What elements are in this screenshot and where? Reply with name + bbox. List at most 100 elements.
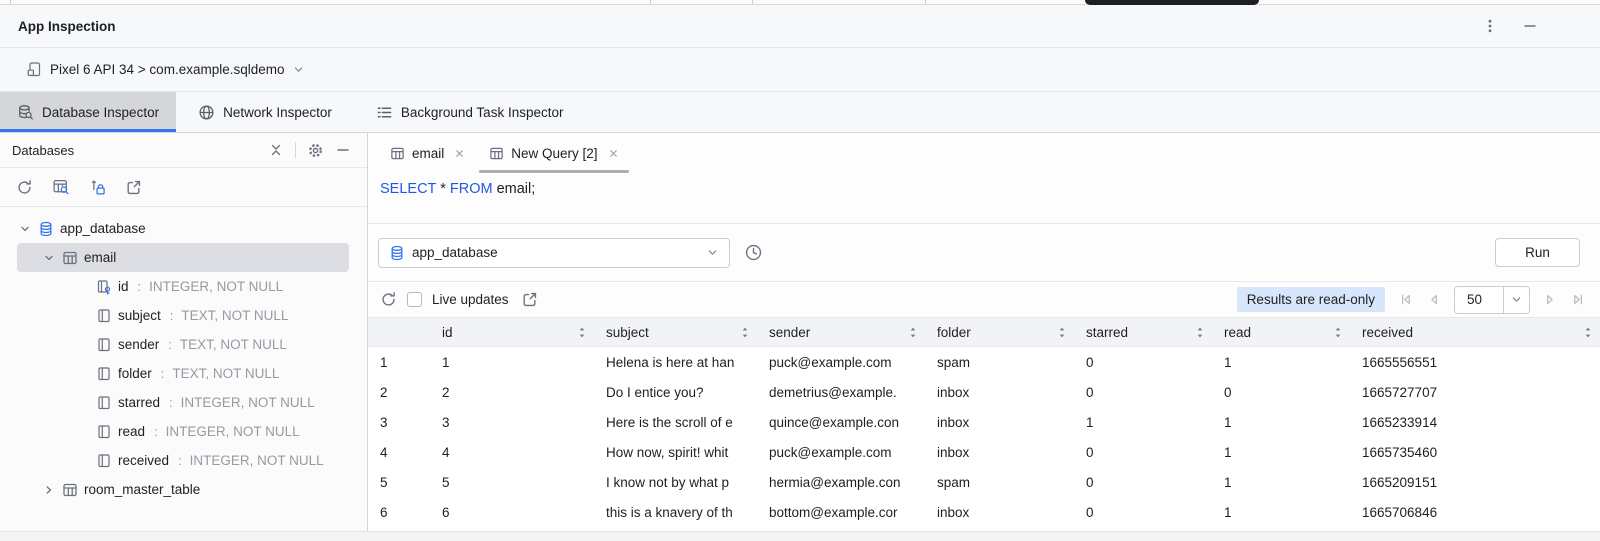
run-button[interactable]: Run: [1495, 238, 1580, 267]
cell-starred[interactable]: 0: [1074, 467, 1212, 497]
cell-subject[interactable]: How now, spirit! whit: [594, 437, 757, 467]
device-process-selector[interactable]: Pixel 6 API 34 > com.example.sqldemo: [0, 48, 1600, 92]
tree-column-starred[interactable]: starred:INTEGER, NOT NULL: [0, 388, 367, 417]
cell-subject[interactable]: this is a knavery of th: [594, 497, 757, 527]
kebab-menu-icon[interactable]: [1482, 18, 1498, 34]
database-dropdown[interactable]: app_database: [378, 238, 730, 268]
hide-panel-icon[interactable]: [335, 142, 351, 158]
cell-folder[interactable]: inbox: [925, 407, 1074, 437]
cell-starred[interactable]: 0: [1074, 377, 1212, 407]
cell-sender[interactable]: quince@example.con: [757, 407, 925, 437]
tab-background-task-inspector[interactable]: Background Task Inspector: [354, 92, 586, 132]
collapse-all-icon[interactable]: [268, 142, 284, 158]
cell-received[interactable]: 1665727707: [1350, 377, 1600, 407]
tab-new-query-2[interactable]: New Query [2]: [477, 133, 630, 173]
tree-column-folder[interactable]: folder:TEXT, NOT NULL: [0, 359, 367, 388]
sort-icon[interactable]: [909, 326, 917, 339]
cell-id[interactable]: 4: [430, 437, 594, 467]
cell-id[interactable]: 6: [430, 497, 594, 527]
export-icon[interactable]: [125, 179, 142, 196]
header-read[interactable]: read: [1212, 318, 1350, 346]
header-subject[interactable]: subject: [594, 318, 757, 346]
cell-starred[interactable]: 0: [1074, 497, 1212, 527]
cell-read[interactable]: 1: [1212, 347, 1350, 377]
gear-icon[interactable]: [307, 142, 324, 159]
sort-icon[interactable]: [1334, 326, 1342, 339]
cell-received[interactable]: 1665556551: [1350, 347, 1600, 377]
live-updates-checkbox[interactable]: [407, 292, 422, 307]
refresh-results-icon[interactable]: [380, 291, 397, 308]
last-page-icon[interactable]: [1571, 292, 1586, 307]
cell-id[interactable]: 3: [430, 407, 594, 437]
tree-item-room-master-table[interactable]: room_master_table: [0, 475, 367, 504]
cell-folder[interactable]: spam: [925, 467, 1074, 497]
cell-read[interactable]: 1: [1212, 467, 1350, 497]
tree-column-read[interactable]: read:INTEGER, NOT NULL: [0, 417, 367, 446]
table-row[interactable]: 1 1 Helena is here at han puck@example.c…: [368, 347, 1600, 377]
cell-sender[interactable]: demetrius@example.: [757, 377, 925, 407]
cell-starred[interactable]: 0: [1074, 437, 1212, 467]
bottom-scrollbar-track[interactable]: [0, 531, 1600, 541]
tree-item-app-database[interactable]: app_database: [0, 214, 367, 243]
table-row[interactable]: 3 3 Here is the scroll of e quince@examp…: [368, 407, 1600, 437]
cell-subject[interactable]: Helena is here at han: [594, 347, 757, 377]
cell-subject[interactable]: I know not by what p: [594, 467, 757, 497]
cell-read[interactable]: 1: [1212, 437, 1350, 467]
close-icon[interactable]: [608, 148, 619, 159]
first-page-icon[interactable]: [1398, 292, 1413, 307]
cell-subject[interactable]: Here is the scroll of e: [594, 407, 757, 437]
cell-received[interactable]: 1665209151: [1350, 467, 1600, 497]
cell-folder[interactable]: inbox: [925, 497, 1074, 527]
cell-id[interactable]: 2: [430, 377, 594, 407]
tab-email[interactable]: email: [378, 133, 477, 173]
cell-read[interactable]: 1: [1212, 407, 1350, 437]
table-row[interactable]: 4 4 How now, spirit! whit puck@example.c…: [368, 437, 1600, 467]
cell-read[interactable]: 1: [1212, 497, 1350, 527]
cell-folder[interactable]: inbox: [925, 437, 1074, 467]
cell-read[interactable]: 0: [1212, 377, 1350, 407]
cell-folder[interactable]: inbox: [925, 377, 1074, 407]
cell-received[interactable]: 1665735460: [1350, 437, 1600, 467]
cell-id[interactable]: 5: [430, 467, 594, 497]
cell-subject[interactable]: Do I entice you?: [594, 377, 757, 407]
tree-item-email-table[interactable]: email: [17, 243, 349, 272]
table-row[interactable]: 2 2 Do I entice you? demetrius@example. …: [368, 377, 1600, 407]
cell-sender[interactable]: puck@example.com: [757, 437, 925, 467]
sql-editor[interactable]: SELECT * FROM email;: [368, 173, 1600, 224]
cell-sender[interactable]: bottom@example.cor: [757, 497, 925, 527]
chevron-down-icon[interactable]: [42, 252, 56, 264]
tree-column-id[interactable]: id:INTEGER, NOT NULL: [0, 272, 367, 301]
cell-received[interactable]: 1665706846: [1350, 497, 1600, 527]
tab-database-inspector[interactable]: Database Inspector: [0, 92, 176, 132]
cell-starred[interactable]: 1: [1074, 407, 1212, 437]
tab-network-inspector[interactable]: Network Inspector: [176, 92, 354, 132]
sort-icon[interactable]: [1058, 326, 1066, 339]
next-page-icon[interactable]: [1543, 292, 1558, 307]
header-starred[interactable]: starred: [1074, 318, 1212, 346]
sort-icon[interactable]: [1584, 326, 1592, 339]
export-results-icon[interactable]: [521, 291, 538, 308]
sort-icon[interactable]: [741, 326, 749, 339]
cell-id[interactable]: 1: [430, 347, 594, 377]
minimize-icon[interactable]: [1522, 18, 1538, 34]
header-id[interactable]: id: [430, 318, 594, 346]
page-size-dropdown[interactable]: 50: [1454, 286, 1530, 314]
header-folder[interactable]: folder: [925, 318, 1074, 346]
tree-column-sender[interactable]: sender:TEXT, NOT NULL: [0, 330, 367, 359]
table-row[interactable]: 5 5 I know not by what p hermia@example.…: [368, 467, 1600, 497]
refresh-icon[interactable]: [16, 179, 33, 196]
cell-starred[interactable]: 0: [1074, 347, 1212, 377]
table-row[interactable]: 6 6 this is a knavery of th bottom@examp…: [368, 497, 1600, 527]
sort-icon[interactable]: [578, 326, 586, 339]
tree-column-subject[interactable]: subject:TEXT, NOT NULL: [0, 301, 367, 330]
previous-page-icon[interactable]: [1426, 292, 1441, 307]
tree-column-received[interactable]: received:INTEGER, NOT NULL: [0, 446, 367, 475]
query-table-icon[interactable]: [52, 178, 70, 196]
chevron-right-icon[interactable]: [42, 484, 56, 496]
cell-received[interactable]: 1665233914: [1350, 407, 1600, 437]
header-received[interactable]: received: [1350, 318, 1600, 346]
sort-icon[interactable]: [1196, 326, 1204, 339]
query-history-icon[interactable]: [744, 243, 763, 262]
cell-folder[interactable]: spam: [925, 347, 1074, 377]
header-sender[interactable]: sender: [757, 318, 925, 346]
